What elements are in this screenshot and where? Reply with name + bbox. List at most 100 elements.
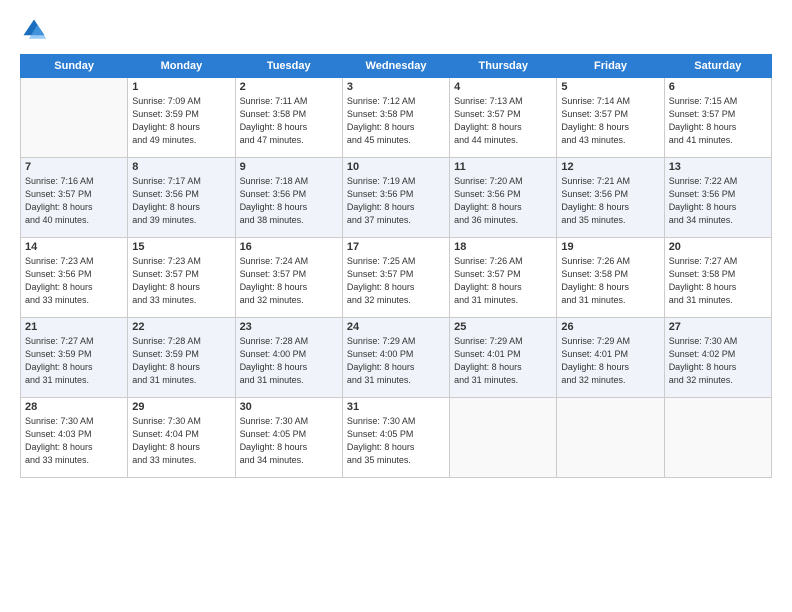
day-info: Sunrise: 7:30 AMSunset: 4:02 PMDaylight:… bbox=[669, 335, 767, 387]
col-header-thursday: Thursday bbox=[450, 55, 557, 78]
day-number: 19 bbox=[561, 241, 659, 253]
day-number: 10 bbox=[347, 161, 445, 173]
calendar-day-cell: 25 Sunrise: 7:29 AMSunset: 4:01 PMDayligh… bbox=[450, 318, 557, 398]
calendar-day-cell: 23 Sunrise: 7:28 AMSunset: 4:00 PMDayligh… bbox=[235, 318, 342, 398]
day-number: 29 bbox=[132, 401, 230, 413]
calendar-header-row: SundayMondayTuesdayWednesdayThursdayFrid… bbox=[21, 55, 772, 78]
day-number: 4 bbox=[454, 81, 552, 93]
col-header-sunday: Sunday bbox=[21, 55, 128, 78]
day-number: 2 bbox=[240, 81, 338, 93]
calendar-day-cell: 7Sunrise: 7:16 AMSunset: 3:57 PMDaylight… bbox=[21, 158, 128, 238]
calendar-day-cell bbox=[21, 78, 128, 158]
calendar-day-cell: 30 Sunrise: 7:30 AMSunset: 4:05 PMDayligh… bbox=[235, 398, 342, 478]
calendar-day-cell: 21Sunrise: 7:27 AMSunset: 3:59 PMDayligh… bbox=[21, 318, 128, 398]
calendar-table: SundayMondayTuesdayWednesdayThursdayFrid… bbox=[20, 54, 772, 478]
day-number: 24 bbox=[347, 321, 445, 333]
calendar-week-row: 21Sunrise: 7:27 AMSunset: 3:59 PMDayligh… bbox=[21, 318, 772, 398]
col-header-wednesday: Wednesday bbox=[342, 55, 449, 78]
day-number: 25 bbox=[454, 321, 552, 333]
day-number: 31 bbox=[347, 401, 445, 413]
calendar-day-cell: 27 Sunrise: 7:30 AMSunset: 4:02 PMDayligh… bbox=[664, 318, 771, 398]
day-number: 18 bbox=[454, 241, 552, 253]
day-info: Sunrise: 7:28 AMSunset: 3:59 PMDaylight:… bbox=[132, 335, 230, 387]
day-info: Sunrise: 7:17 AMSunset: 3:56 PMDaylight:… bbox=[132, 175, 230, 227]
day-number: 13 bbox=[669, 161, 767, 173]
day-number: 23 bbox=[240, 321, 338, 333]
calendar-day-cell: 29 Sunrise: 7:30 AMSunset: 4:04 PMDayligh… bbox=[128, 398, 235, 478]
day-number: 14 bbox=[25, 241, 123, 253]
day-info: Sunrise: 7:30 AMSunset: 4:05 PMDaylight:… bbox=[347, 415, 445, 467]
calendar-day-cell bbox=[664, 398, 771, 478]
day-info: Sunrise: 7:30 AMSunset: 4:03 PMDaylight:… bbox=[25, 415, 123, 467]
day-info: Sunrise: 7:12 AMSunset: 3:58 PMDaylight:… bbox=[347, 95, 445, 147]
day-number: 1 bbox=[132, 81, 230, 93]
calendar-day-cell: 11 Sunrise: 7:20 AMSunset: 3:56 PMDayligh… bbox=[450, 158, 557, 238]
day-info: Sunrise: 7:11 AMSunset: 3:58 PMDaylight:… bbox=[240, 95, 338, 147]
calendar-day-cell: 9 Sunrise: 7:18 AMSunset: 3:56 PMDaylight… bbox=[235, 158, 342, 238]
day-info: Sunrise: 7:24 AMSunset: 3:57 PMDaylight:… bbox=[240, 255, 338, 307]
calendar-day-cell: 17Sunrise: 7:25 AMSunset: 3:57 PMDayligh… bbox=[342, 238, 449, 318]
calendar-day-cell: 22 Sunrise: 7:28 AMSunset: 3:59 PMDayligh… bbox=[128, 318, 235, 398]
logo-icon bbox=[20, 16, 48, 44]
calendar-week-row: 28 Sunrise: 7:30 AMSunset: 4:03 PMDayligh… bbox=[21, 398, 772, 478]
day-info: Sunrise: 7:16 AMSunset: 3:57 PMDaylight:… bbox=[25, 175, 123, 227]
calendar-day-cell: 13 Sunrise: 7:22 AMSunset: 3:56 PMDayligh… bbox=[664, 158, 771, 238]
calendar-day-cell bbox=[557, 398, 664, 478]
day-number: 8 bbox=[132, 161, 230, 173]
calendar-day-cell: 26Sunrise: 7:29 AMSunset: 4:01 PMDayligh… bbox=[557, 318, 664, 398]
day-info: Sunrise: 7:23 AMSunset: 3:57 PMDaylight:… bbox=[132, 255, 230, 307]
day-number: 17 bbox=[347, 241, 445, 253]
day-info: Sunrise: 7:26 AMSunset: 3:57 PMDaylight:… bbox=[454, 255, 552, 307]
calendar-day-cell: 10 Sunrise: 7:19 AMSunset: 3:56 PMDayligh… bbox=[342, 158, 449, 238]
day-info: Sunrise: 7:27 AMSunset: 3:58 PMDaylight:… bbox=[669, 255, 767, 307]
logo bbox=[20, 16, 52, 44]
calendar-week-row: 7Sunrise: 7:16 AMSunset: 3:57 PMDaylight… bbox=[21, 158, 772, 238]
day-number: 22 bbox=[132, 321, 230, 333]
calendar-day-cell: 16Sunrise: 7:24 AMSunset: 3:57 PMDayligh… bbox=[235, 238, 342, 318]
day-info: Sunrise: 7:30 AMSunset: 4:05 PMDaylight:… bbox=[240, 415, 338, 467]
calendar-day-cell bbox=[450, 398, 557, 478]
day-info: Sunrise: 7:19 AMSunset: 3:56 PMDaylight:… bbox=[347, 175, 445, 227]
header bbox=[20, 16, 772, 44]
calendar-day-cell: 20 Sunrise: 7:27 AMSunset: 3:58 PMDayligh… bbox=[664, 238, 771, 318]
day-info: Sunrise: 7:30 AMSunset: 4:04 PMDaylight:… bbox=[132, 415, 230, 467]
day-number: 30 bbox=[240, 401, 338, 413]
day-info: Sunrise: 7:20 AMSunset: 3:56 PMDaylight:… bbox=[454, 175, 552, 227]
day-info: Sunrise: 7:29 AMSunset: 4:00 PMDaylight:… bbox=[347, 335, 445, 387]
day-number: 28 bbox=[25, 401, 123, 413]
calendar-week-row: 1 Sunrise: 7:09 AMSunset: 3:59 PMDaylight… bbox=[21, 78, 772, 158]
calendar-day-cell: 8 Sunrise: 7:17 AMSunset: 3:56 PMDaylight… bbox=[128, 158, 235, 238]
day-number: 11 bbox=[454, 161, 552, 173]
calendar-day-cell: 2 Sunrise: 7:11 AMSunset: 3:58 PMDaylight… bbox=[235, 78, 342, 158]
day-info: Sunrise: 7:29 AMSunset: 4:01 PMDaylight:… bbox=[454, 335, 552, 387]
day-info: Sunrise: 7:28 AMSunset: 4:00 PMDaylight:… bbox=[240, 335, 338, 387]
day-number: 5 bbox=[561, 81, 659, 93]
calendar-day-cell: 4 Sunrise: 7:13 AMSunset: 3:57 PMDaylight… bbox=[450, 78, 557, 158]
day-number: 21 bbox=[25, 321, 123, 333]
day-number: 9 bbox=[240, 161, 338, 173]
day-info: Sunrise: 7:14 AMSunset: 3:57 PMDaylight:… bbox=[561, 95, 659, 147]
calendar-day-cell: 19 Sunrise: 7:26 AMSunset: 3:58 PMDayligh… bbox=[557, 238, 664, 318]
day-info: Sunrise: 7:21 AMSunset: 3:56 PMDaylight:… bbox=[561, 175, 659, 227]
col-header-tuesday: Tuesday bbox=[235, 55, 342, 78]
day-number: 27 bbox=[669, 321, 767, 333]
day-number: 6 bbox=[669, 81, 767, 93]
col-header-friday: Friday bbox=[557, 55, 664, 78]
day-info: Sunrise: 7:23 AMSunset: 3:56 PMDaylight:… bbox=[25, 255, 123, 307]
day-info: Sunrise: 7:18 AMSunset: 3:56 PMDaylight:… bbox=[240, 175, 338, 227]
day-number: 20 bbox=[669, 241, 767, 253]
calendar-week-row: 14 Sunrise: 7:23 AMSunset: 3:56 PMDayligh… bbox=[21, 238, 772, 318]
day-info: Sunrise: 7:29 AMSunset: 4:01 PMDaylight:… bbox=[561, 335, 659, 387]
day-info: Sunrise: 7:15 AMSunset: 3:57 PMDaylight:… bbox=[669, 95, 767, 147]
day-info: Sunrise: 7:09 AMSunset: 3:59 PMDaylight:… bbox=[132, 95, 230, 147]
calendar-day-cell: 12Sunrise: 7:21 AMSunset: 3:56 PMDayligh… bbox=[557, 158, 664, 238]
day-info: Sunrise: 7:13 AMSunset: 3:57 PMDaylight:… bbox=[454, 95, 552, 147]
day-number: 15 bbox=[132, 241, 230, 253]
calendar-day-cell: 18 Sunrise: 7:26 AMSunset: 3:57 PMDayligh… bbox=[450, 238, 557, 318]
calendar-day-cell: 5 Sunrise: 7:14 AMSunset: 3:57 PMDaylight… bbox=[557, 78, 664, 158]
col-header-monday: Monday bbox=[128, 55, 235, 78]
day-info: Sunrise: 7:26 AMSunset: 3:58 PMDaylight:… bbox=[561, 255, 659, 307]
calendar-day-cell: 31 Sunrise: 7:30 AMSunset: 4:05 PMDayligh… bbox=[342, 398, 449, 478]
day-info: Sunrise: 7:22 AMSunset: 3:56 PMDaylight:… bbox=[669, 175, 767, 227]
calendar-day-cell: 14 Sunrise: 7:23 AMSunset: 3:56 PMDayligh… bbox=[21, 238, 128, 318]
